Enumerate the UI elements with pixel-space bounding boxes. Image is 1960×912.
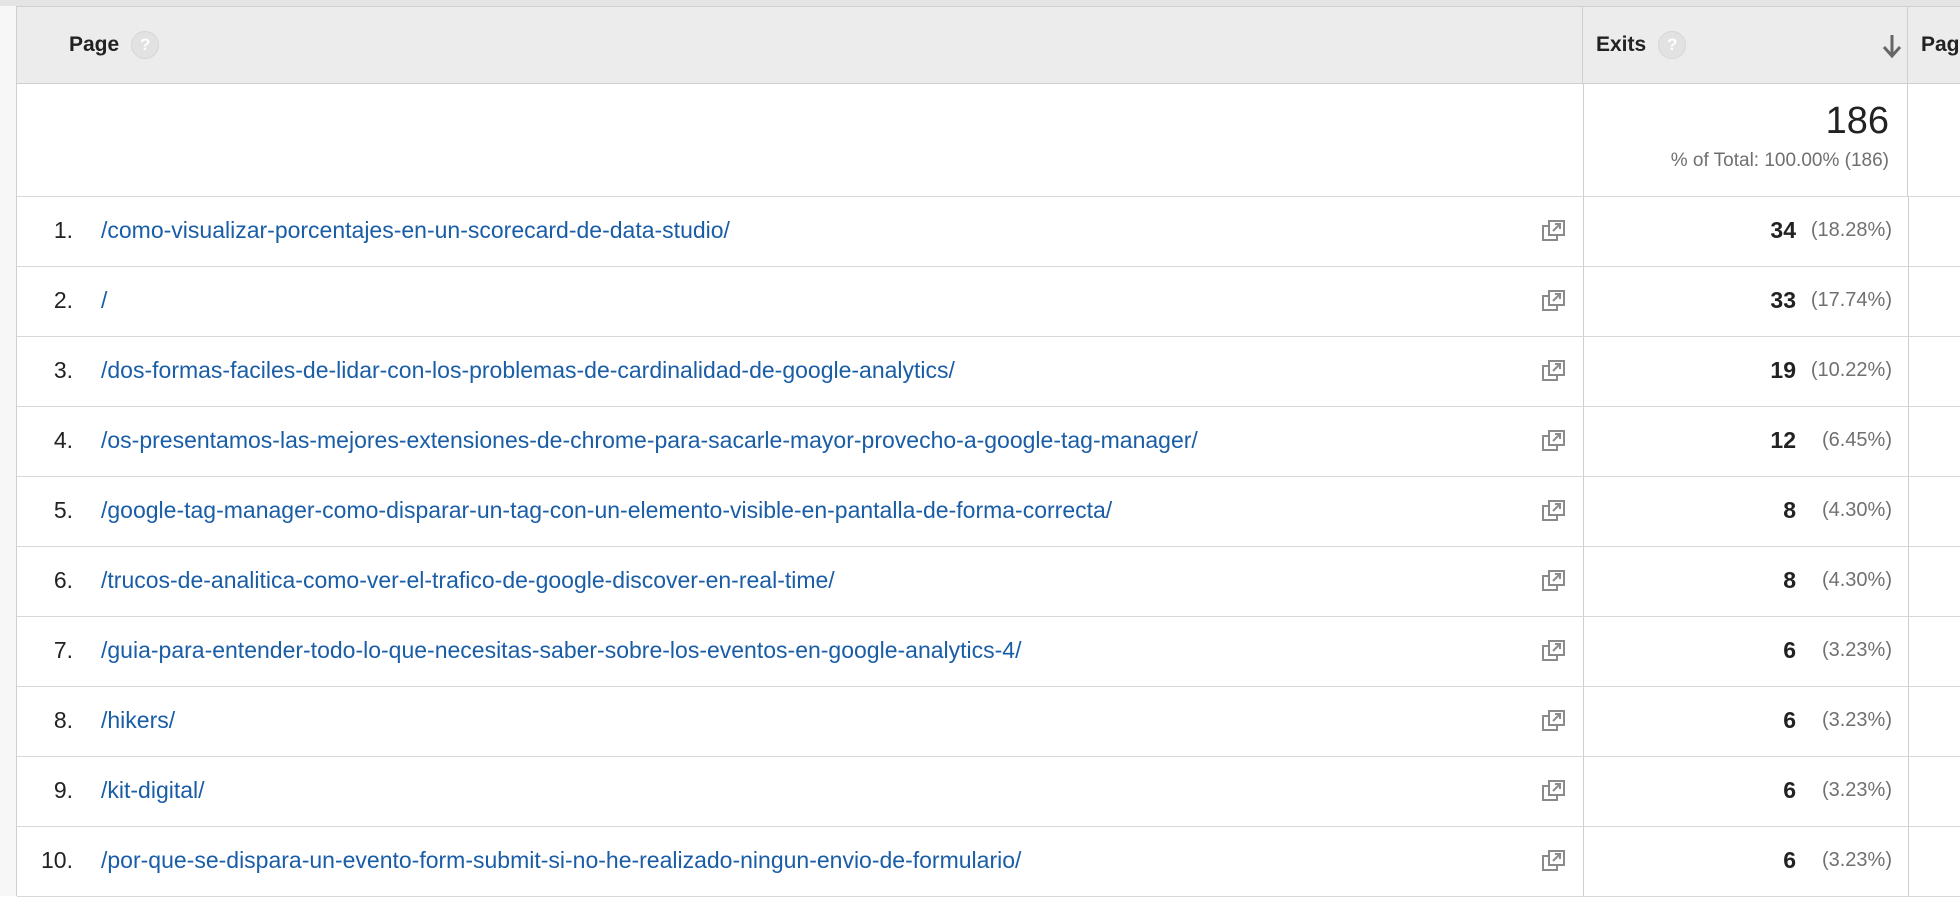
exits-cell: 8 (4.30%)	[1584, 477, 1909, 546]
table-body: 1. /como-visualizar-porcentajes-en-un-sc…	[17, 197, 1960, 897]
page-cell: 10. /por-que-se-dispara-un-evento-form-s…	[17, 827, 1584, 896]
row-index: 4.	[53, 427, 73, 453]
page-cell: 2. /	[17, 267, 1584, 336]
external-window-icon[interactable]	[1541, 428, 1567, 454]
page-cell: 8. /hikers/	[17, 687, 1584, 756]
help-circle-icon[interactable]: ?	[1658, 31, 1687, 59]
external-window-icon[interactable]	[1541, 848, 1567, 874]
header-next-column[interactable]: Pag	[1909, 7, 1960, 83]
table-row: 8. /hikers/ 6 (3.23%)	[17, 687, 1960, 757]
table-row: 5. /google-tag-manager-como-disparar-un-…	[17, 477, 1960, 547]
page-link[interactable]: /guia-para-entender-todo-lo-que-necesita…	[101, 637, 1021, 664]
row-index: 7.	[53, 637, 73, 663]
external-window-icon[interactable]	[1541, 358, 1567, 384]
page-link[interactable]: /por-que-se-dispara-un-evento-form-submi…	[101, 847, 1021, 874]
table-row: 7. /guia-para-entender-todo-lo-que-neces…	[17, 617, 1960, 687]
exits-value: 12	[1770, 427, 1796, 453]
page-cell: 3. /dos-formas-faciles-de-lidar-con-los-…	[17, 337, 1584, 406]
exits-value: 6	[1783, 777, 1796, 803]
table-row: 9. /kit-digital/ 6 (3.23%)	[17, 757, 1960, 827]
total-exits-subtitle: % of Total: 100.00% (186)	[1670, 150, 1889, 171]
header-page-column[interactable]: Page ?	[17, 7, 1583, 83]
table-row: 1. /como-visualizar-porcentajes-en-un-sc…	[17, 197, 1960, 267]
totals-row: 186 % of Total: 100.00% (186)	[17, 84, 1960, 197]
page-cell: 1. /como-visualizar-porcentajes-en-un-sc…	[17, 197, 1584, 266]
external-window-icon[interactable]	[1541, 568, 1567, 594]
external-window-icon[interactable]	[1541, 498, 1567, 524]
page-link[interactable]: /os-presentamos-las-mejores-extensiones-…	[101, 427, 1198, 454]
header-exits-label: Exits	[1596, 33, 1647, 56]
page-cell: 5. /google-tag-manager-como-disparar-un-…	[17, 477, 1584, 546]
exits-cell: 12 (6.45%)	[1584, 407, 1909, 476]
exits-percent: (3.23%)	[1821, 849, 1892, 871]
page-cell: 4. /os-presentamos-las-mejores-extension…	[17, 407, 1584, 476]
table-row: 10. /por-que-se-dispara-un-evento-form-s…	[17, 827, 1960, 897]
page-cell: 6. /trucos-de-analitica-como-ver-el-traf…	[17, 547, 1584, 616]
page-link[interactable]: /dos-formas-faciles-de-lidar-con-los-pro…	[101, 357, 955, 384]
left-column-edge	[0, 6, 17, 896]
exits-cell: 6 (3.23%)	[1584, 827, 1909, 896]
exits-percent: (4.30%)	[1821, 569, 1892, 591]
exits-value: 8	[1783, 497, 1796, 523]
table-row: 4. /os-presentamos-las-mejores-extension…	[17, 407, 1960, 477]
row-index: 6.	[53, 567, 73, 593]
page-cell: 9. /kit-digital/	[17, 757, 1584, 826]
table-row: 3. /dos-formas-faciles-de-lidar-con-los-…	[17, 337, 1960, 407]
exits-cell: 6 (3.23%)	[1584, 687, 1909, 756]
header-exits-column[interactable]: Exits ?	[1584, 7, 1908, 83]
exits-percent: (4.30%)	[1821, 499, 1892, 521]
header-page-label: Page	[69, 33, 120, 56]
row-index: 1.	[53, 217, 73, 243]
row-index: 9.	[53, 777, 73, 803]
arrow-down-icon[interactable]	[1881, 33, 1903, 59]
page-link[interactable]: /kit-digital/	[101, 777, 205, 804]
external-window-icon[interactable]	[1541, 638, 1567, 664]
exits-percent: (17.74%)	[1810, 289, 1892, 311]
external-window-icon[interactable]	[1541, 778, 1567, 804]
row-index: 8.	[53, 707, 73, 733]
exits-value: 6	[1783, 637, 1796, 663]
exits-percent: (3.23%)	[1821, 779, 1892, 801]
exits-percent: (3.23%)	[1821, 639, 1892, 661]
row-index: 2.	[53, 287, 73, 313]
exits-cell: 6 (3.23%)	[1584, 757, 1909, 826]
exits-cell: 34 (18.28%)	[1584, 197, 1909, 266]
page-link[interactable]: /	[101, 287, 107, 314]
external-window-icon[interactable]	[1541, 218, 1567, 244]
exits-percent: (18.28%)	[1810, 219, 1892, 241]
page-link[interactable]: /trucos-de-analitica-como-ver-el-trafico…	[101, 567, 835, 594]
exits-percent: (10.22%)	[1810, 359, 1892, 381]
totals-exits-cell: 186 % of Total: 100.00% (186)	[1584, 84, 1908, 196]
exits-value: 33	[1770, 287, 1796, 313]
exits-value: 6	[1783, 707, 1796, 733]
exits-percent: (3.23%)	[1821, 709, 1892, 731]
table-row: 6. /trucos-de-analitica-como-ver-el-traf…	[17, 547, 1960, 617]
report-table: Page ? Exits ? Pag 186 % of Total: 100.0…	[0, 0, 1960, 912]
totals-page-cell	[17, 84, 1584, 196]
external-window-icon[interactable]	[1541, 288, 1567, 314]
exits-value: 8	[1783, 567, 1796, 593]
exits-value: 34	[1770, 217, 1796, 243]
row-index: 5.	[53, 497, 73, 523]
total-exits-value: 186	[1825, 100, 1889, 142]
help-circle-icon[interactable]: ?	[131, 31, 160, 59]
exits-value: 6	[1783, 847, 1796, 873]
table-row: 2. / 33 (17.74%)	[17, 267, 1960, 337]
exits-cell: 6 (3.23%)	[1584, 617, 1909, 686]
top-divider	[0, 0, 1960, 7]
external-window-icon[interactable]	[1541, 708, 1567, 734]
page-cell: 7. /guia-para-entender-todo-lo-que-neces…	[17, 617, 1584, 686]
page-link[interactable]: /google-tag-manager-como-disparar-un-tag…	[101, 497, 1112, 524]
header-next-label: Pag	[1921, 33, 1960, 56]
exits-percent: (6.45%)	[1821, 429, 1892, 451]
page-link[interactable]: /hikers/	[101, 707, 175, 734]
exits-cell: 8 (4.30%)	[1584, 547, 1909, 616]
exits-value: 19	[1770, 357, 1796, 383]
row-index: 3.	[53, 357, 73, 383]
page-link[interactable]: /como-visualizar-porcentajes-en-un-score…	[101, 217, 730, 244]
exits-cell: 33 (17.74%)	[1584, 267, 1909, 336]
exits-cell: 19 (10.22%)	[1584, 337, 1909, 406]
table-header: Page ? Exits ? Pag	[17, 7, 1960, 84]
row-index: 10.	[41, 847, 73, 873]
